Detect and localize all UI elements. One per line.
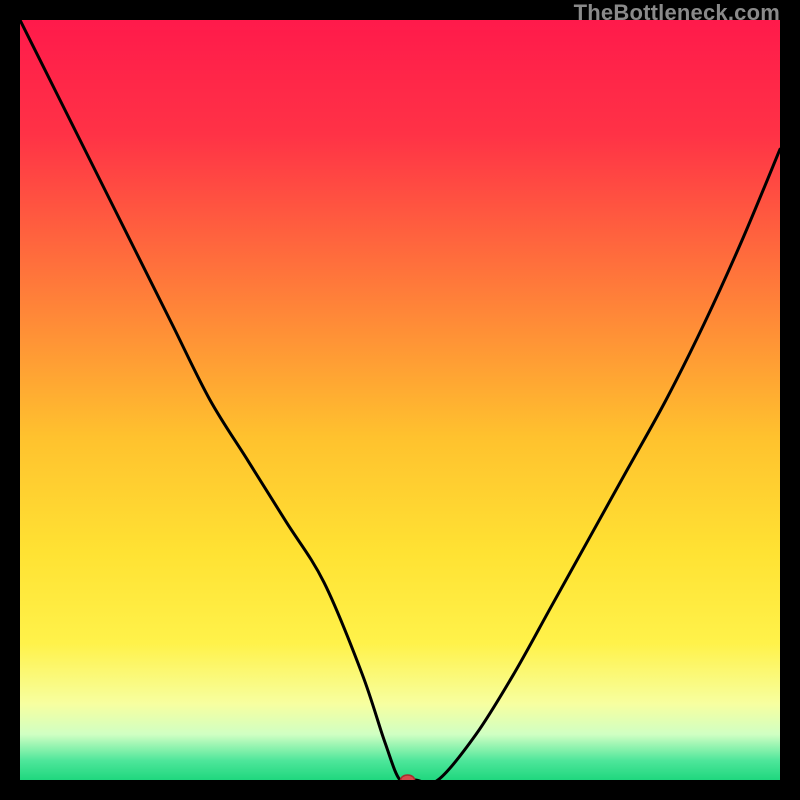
chart-svg <box>20 20 780 780</box>
plot-area <box>20 20 780 780</box>
chart-container: TheBottleneck.com <box>0 0 800 800</box>
bottleneck-marker <box>401 775 415 780</box>
